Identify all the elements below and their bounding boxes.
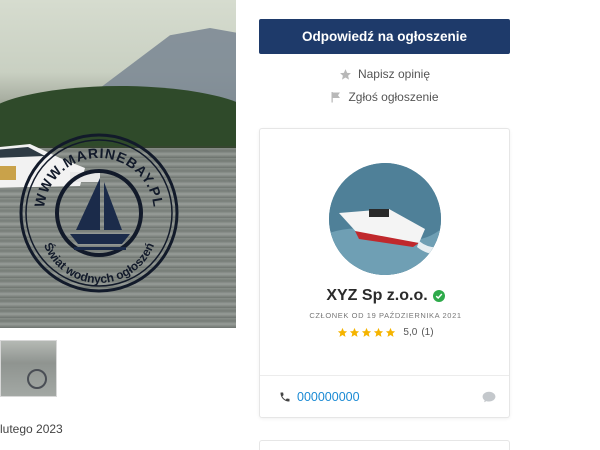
- rating-star-icon: [374, 327, 384, 337]
- card-divider: [260, 375, 509, 376]
- write-review-link[interactable]: Napisz opinię: [259, 67, 510, 81]
- seller-phone-link[interactable]: 000000000: [279, 390, 360, 404]
- listing-main-photo[interactable]: WWW.MARINEBAY.PL Świat wodnych ogłoszeń: [0, 0, 236, 328]
- seller-avatar[interactable]: [329, 163, 441, 275]
- flag-icon: [331, 92, 341, 103]
- rating-value: 5,0: [403, 327, 418, 338]
- verified-check-icon: [432, 290, 445, 302]
- rating-stars: [337, 327, 396, 338]
- reply-button[interactable]: Odpowiedź na ogłoszenie: [259, 19, 510, 54]
- avatar-boat-image: [329, 163, 441, 275]
- seller-name[interactable]: XYZ Sp z.o.o.: [260, 287, 511, 305]
- phone-icon: [280, 392, 290, 402]
- seller-card: XYZ Sp z.o.o. CZŁONEK OD 19 PAŹDZIERNIKA…: [259, 128, 510, 418]
- write-review-label: Napisz opinię: [357, 67, 431, 81]
- listing-thumbnail[interactable]: [0, 340, 57, 397]
- rating-count: (1): [421, 327, 434, 338]
- seller-name-text: XYZ Sp z.o.o.: [326, 287, 428, 304]
- seller-rating[interactable]: 5,0 (1): [260, 327, 511, 338]
- next-card: [259, 440, 510, 450]
- watermark-stamp: WWW.MARINEBAY.PL Świat wodnych ogłoszeń: [19, 133, 179, 293]
- rating-star-icon: [350, 327, 360, 337]
- seller-phone-number: 000000000: [297, 390, 360, 404]
- rating-star-icon: [338, 327, 348, 337]
- chat-bubble-icon[interactable]: [482, 391, 496, 403]
- report-listing-link[interactable]: Zgłoś ogłoszenie: [259, 90, 510, 104]
- rating-star-icon: [362, 327, 372, 337]
- listing-date: lutego 2023: [0, 422, 63, 436]
- report-listing-label: Zgłoś ogłoszenie: [348, 90, 439, 104]
- member-since: CZŁONEK OD 19 PAŹDZIERNIKA 2021: [309, 311, 462, 320]
- thumbnail-watermark: [27, 369, 47, 389]
- star-icon: [340, 68, 351, 80]
- rating-star-icon: [386, 327, 396, 337]
